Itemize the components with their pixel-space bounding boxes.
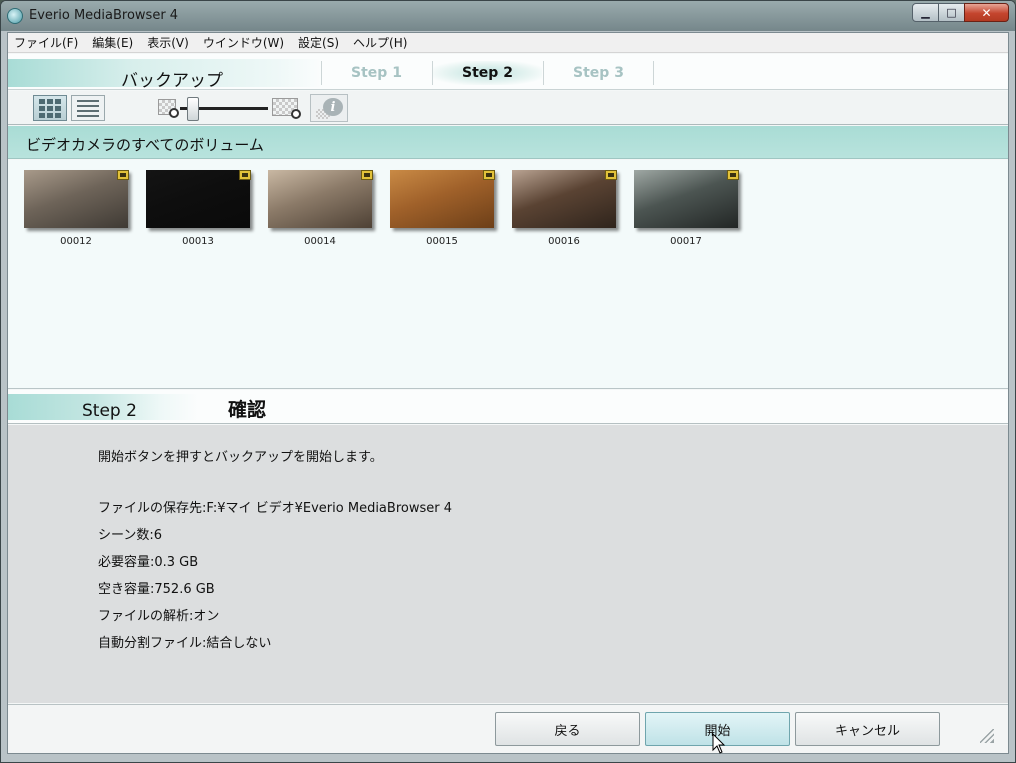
- film-strip-icon: [239, 170, 251, 180]
- volume-header: ビデオカメラのすべてのボリューム: [8, 126, 1008, 159]
- menu-edit[interactable]: 編集(E): [92, 34, 133, 51]
- window-title: Everio MediaBrowser 4: [29, 8, 179, 23]
- zoom-in-icon[interactable]: [272, 98, 301, 119]
- confirm-step-tab: Step 2: [8, 394, 198, 421]
- summary-auto-split: 自動分割ファイル:結合しない: [98, 636, 272, 651]
- list-view-button[interactable]: [71, 95, 105, 121]
- film-strip-icon: [605, 170, 617, 180]
- step-divider: [653, 61, 654, 85]
- backup-section-tab: バックアップ: [8, 59, 323, 91]
- menu-bar: ファイル(F) 編集(E) 表示(V) ウインドウ(W) 設定(S) ヘルプ(H…: [8, 33, 1008, 53]
- step-1-tab: Step 1: [321, 61, 431, 85]
- film-strip-icon: [361, 170, 373, 180]
- menu-file[interactable]: ファイル(F): [14, 34, 78, 51]
- summary-instruction: 開始ボタンを押すとバックアップを開始します。: [98, 450, 383, 465]
- app-logo-icon: [7, 8, 23, 24]
- clip-label: 00014: [304, 236, 336, 247]
- clip-thumbnail[interactable]: 00017: [634, 170, 740, 250]
- menu-view[interactable]: 表示(V): [147, 34, 189, 51]
- clip-preview-image: [24, 170, 129, 228]
- film-strip-icon: [483, 170, 495, 180]
- view-toolbar: i: [8, 91, 1008, 125]
- zoom-slider-thumb[interactable]: [187, 97, 200, 121]
- close-button[interactable]: ✕: [964, 3, 1009, 22]
- clip-preview-image: [634, 170, 739, 228]
- clip-preview-image: [146, 170, 251, 228]
- clip-thumbnail[interactable]: 00012: [24, 170, 130, 250]
- clip-label: 00015: [426, 236, 458, 247]
- summary-destination: ファイルの保存先:F:¥マイ ビデオ¥Everio MediaBrowser 4: [98, 501, 452, 516]
- film-strip-icon: [727, 170, 739, 180]
- list-view-icon: [77, 99, 99, 117]
- clip-thumbnail[interactable]: 00013: [146, 170, 252, 250]
- clip-label: 00016: [548, 236, 580, 247]
- menu-settings[interactable]: 設定(S): [298, 34, 339, 51]
- back-button[interactable]: 戻る: [495, 712, 640, 746]
- zoom-out-icon[interactable]: [158, 99, 179, 118]
- minimize-button[interactable]: ▁: [912, 3, 939, 22]
- menu-window[interactable]: ウインドウ(W): [203, 34, 284, 51]
- summary-file-analysis: ファイルの解析:オン: [98, 609, 220, 624]
- confirm-title: 確認: [228, 399, 267, 421]
- backup-section-title: バックアップ: [121, 71, 223, 91]
- clip-label: 00012: [60, 236, 92, 247]
- app-window: Everio MediaBrowser 4 ▁ □ ✕ ファイル(F) 編集(E…: [0, 0, 1016, 763]
- maximize-button[interactable]: □: [938, 3, 965, 22]
- film-strip-icon: [117, 170, 129, 180]
- info-icon: i: [323, 98, 343, 116]
- clip-preview-image: [512, 170, 617, 228]
- clip-preview-image: [268, 170, 373, 228]
- window-controls: ▁ □ ✕: [912, 3, 1009, 23]
- thumbnail-view-button[interactable]: [33, 95, 67, 121]
- clip-preview-image: [390, 170, 495, 228]
- summary-scene-count: シーン数:6: [98, 528, 163, 543]
- clip-thumbnail[interactable]: 00016: [512, 170, 618, 250]
- backup-summary: 開始ボタンを押すとバックアップを開始します。 ファイルの保存先:F:¥マイ ビデ…: [8, 425, 1008, 703]
- action-bar: 戻る 開始 キャンセル: [8, 704, 1008, 753]
- thumbnail-grid: 00012 00013 00014 00015 00016 00017: [8, 160, 1008, 389]
- info-button[interactable]: i: [310, 94, 348, 122]
- title-bar[interactable]: Everio MediaBrowser 4 ▁ □ ✕: [1, 1, 1015, 31]
- client-area: ファイル(F) 編集(E) 表示(V) ウインドウ(W) 設定(S) ヘルプ(H…: [7, 32, 1009, 754]
- steps-bar: バックアップ Step 1 Step 2 Step 3: [8, 54, 1008, 91]
- thumbnail-view-icon: [39, 98, 61, 118]
- cancel-button[interactable]: キャンセル: [795, 712, 940, 746]
- step-3-tab: Step 3: [543, 61, 653, 85]
- clip-label: 00013: [182, 236, 214, 247]
- clip-thumbnail[interactable]: 00014: [268, 170, 374, 250]
- mouse-cursor-icon: [712, 733, 726, 754]
- menu-help[interactable]: ヘルプ(H): [353, 34, 407, 51]
- clip-thumbnail[interactable]: 00015: [390, 170, 496, 250]
- confirm-step-label: Step 2: [82, 401, 137, 421]
- clip-label: 00017: [670, 236, 702, 247]
- resize-grip-icon[interactable]: [980, 729, 994, 743]
- summary-free-space: 空き容量:752.6 GB: [98, 582, 215, 597]
- confirm-step-bar: Step 2 確認: [8, 390, 1008, 424]
- volume-title: ビデオカメラのすべてのボリューム: [26, 136, 264, 154]
- summary-required-size: 必要容量:0.3 GB: [98, 555, 199, 570]
- step-2-tab: Step 2: [432, 61, 542, 85]
